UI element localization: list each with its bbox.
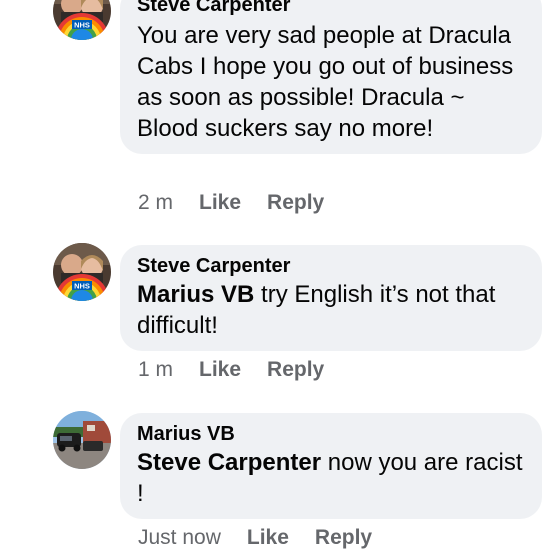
reply-button[interactable]: Reply [267,190,324,216]
comment-timestamp[interactable]: 1 m [138,357,173,383]
avatar[interactable]: NHS [53,243,111,301]
comment-text: Marius VB try English it’s not that diff… [137,279,532,341]
like-button[interactable]: Like [247,525,289,549]
comment-author[interactable]: Marius VB [137,421,532,447]
avatar[interactable] [53,411,111,469]
avatar[interactable]: NHS [53,0,111,40]
comment-bubble: Steve Carpenter Marius VB try English it… [120,245,542,351]
like-button[interactable]: Like [199,190,241,216]
reply-button[interactable]: Reply [267,357,324,383]
comment-mention[interactable]: Marius VB [137,281,254,308]
profile-photo-icon [53,411,111,469]
nhs-badge: NHS [74,21,90,30]
comment-author[interactable]: Steve Carpenter [137,0,532,18]
reply-button[interactable]: Reply [315,525,372,549]
comment-bubble: Marius VB Steve Carpenter now you are ra… [120,413,542,519]
comment-bubble: Steve Carpenter You are very sad people … [120,0,542,154]
nhs-badge: NHS [74,282,90,291]
profile-photo-icon: NHS [53,0,111,40]
like-button[interactable]: Like [199,357,241,383]
comment-mention[interactable]: Steve Carpenter [137,449,321,476]
comment-timestamp[interactable]: Just now [138,525,221,549]
comment-timestamp[interactable]: 2 m [138,190,173,216]
comment-author[interactable]: Steve Carpenter [137,253,532,279]
comment-text: Steve Carpenter now you are racist ! [137,447,532,509]
comment-actions: 1 m Like Reply [138,357,324,383]
comment-text: You are very sad people at Dracula Cabs … [137,20,532,144]
comment-actions: 2 m Like Reply [138,190,324,216]
comment-actions: Just now Like Reply [138,525,372,549]
profile-photo-icon: NHS [53,243,111,301]
comment-body: You are very sad people at Dracula Cabs … [137,22,514,142]
